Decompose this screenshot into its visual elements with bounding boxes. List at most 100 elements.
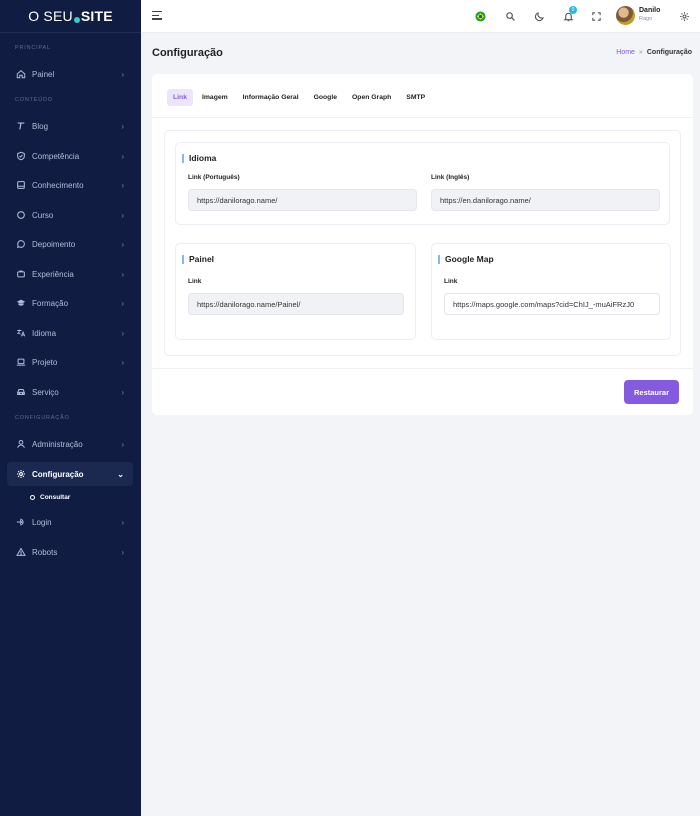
notification-badge: 0 bbox=[569, 6, 577, 14]
topbar: 0 Danilo Rago bbox=[141, 0, 700, 33]
section-idioma: Idioma Link (Português) Link (Inglês) bbox=[175, 142, 670, 225]
user-name[interactable]: Danilo bbox=[639, 7, 660, 14]
chevron-right-icon: › bbox=[121, 387, 124, 397]
sidebar-item-idioma[interactable]: Idioma › bbox=[7, 321, 133, 345]
tab-informacao-geral[interactable]: Informação Geral bbox=[237, 89, 305, 106]
tab-open-graph[interactable]: Open Graph bbox=[346, 89, 397, 106]
link-en-field[interactable] bbox=[431, 189, 660, 211]
sidebar-item-label: Curso bbox=[32, 210, 54, 220]
sidebar-item-formacao[interactable]: Formação › bbox=[7, 291, 133, 315]
graduation-icon bbox=[15, 298, 26, 309]
dark-mode-icon[interactable] bbox=[532, 9, 546, 23]
section-title: Google Map bbox=[438, 255, 494, 264]
google-map-link-field[interactable] bbox=[444, 293, 660, 315]
chevron-right-icon: › bbox=[121, 121, 124, 131]
chevron-right-icon: › bbox=[121, 298, 124, 308]
sidebar-item-login[interactable]: Login › bbox=[7, 510, 133, 534]
chevron-right-icon: › bbox=[121, 328, 124, 338]
gear-icon bbox=[15, 469, 26, 480]
settings-card: Link Imagem Informação Geral Google Open… bbox=[152, 74, 693, 415]
field-label-link-pt: Link (Português) bbox=[188, 174, 240, 181]
sidebar-item-label: Formação bbox=[32, 298, 69, 308]
fullscreen-icon[interactable] bbox=[589, 9, 603, 23]
sidebar-item-label: Competência bbox=[32, 151, 80, 161]
sidebar-item-label: Serviço bbox=[32, 387, 59, 397]
breadcrumb-home-link[interactable]: Home bbox=[616, 49, 635, 56]
chevron-right-icon: › bbox=[121, 269, 124, 279]
chevron-right-icon: › bbox=[121, 547, 124, 557]
field-label-link: Link bbox=[188, 278, 202, 285]
restore-button[interactable]: Restaurar bbox=[624, 380, 679, 404]
field-label-link: Link bbox=[444, 278, 458, 285]
settings-gear-icon[interactable] bbox=[677, 9, 691, 23]
breadcrumb-current: Configuração bbox=[646, 49, 692, 56]
tab-google[interactable]: Google bbox=[308, 89, 343, 106]
search-icon[interactable] bbox=[503, 9, 517, 23]
sidebar-item-label: Conhecimento bbox=[32, 180, 84, 190]
sidebar-item-configuracao[interactable]: Configuração ⌄ bbox=[7, 462, 133, 486]
sidebar-category-conteudo: CONTEÚDO bbox=[15, 97, 53, 103]
menu-toggle-icon[interactable] bbox=[152, 11, 162, 22]
sidebar-item-label: Configuração bbox=[32, 469, 84, 479]
login-icon bbox=[15, 517, 26, 528]
sidebar-item-label: Idioma bbox=[32, 328, 57, 338]
divider bbox=[152, 117, 693, 118]
sidebar-item-projeto[interactable]: Projeto › bbox=[7, 350, 133, 374]
tab-smtp[interactable]: SMTP bbox=[400, 89, 431, 106]
chevron-right-icon: › bbox=[121, 151, 124, 161]
home-icon bbox=[15, 69, 26, 80]
briefcase-icon bbox=[15, 269, 26, 280]
brand-part1: O SEU bbox=[28, 8, 73, 24]
section-painel: Painel Link bbox=[175, 243, 416, 340]
sidebar-item-label: Robots bbox=[32, 547, 58, 557]
user-icon bbox=[15, 439, 26, 450]
user-subtitle: Rago bbox=[639, 16, 653, 22]
chevron-right-icon: › bbox=[121, 439, 124, 449]
section-title: Idioma bbox=[182, 154, 216, 163]
notifications-icon[interactable]: 0 bbox=[561, 6, 577, 23]
sidebar-item-blog[interactable]: Blog › bbox=[7, 114, 133, 138]
tab-link[interactable]: Link bbox=[167, 88, 193, 106]
sidebar-item-curso[interactable]: Curso › bbox=[7, 203, 133, 227]
chevron-right-icon: › bbox=[121, 210, 124, 220]
book-icon bbox=[15, 180, 26, 191]
section-title: Painel bbox=[182, 255, 214, 264]
divider bbox=[152, 368, 693, 369]
sidebar-item-experiencia[interactable]: Experiência › bbox=[7, 262, 133, 286]
brand-dot bbox=[73, 17, 80, 23]
sidebar-subitem-consultar[interactable]: Consultar bbox=[30, 494, 70, 501]
tab-imagem[interactable]: Imagem bbox=[196, 89, 234, 106]
sidebar: O SEU SITE PRINCIPAL Painel › CONTEÚDO Bl… bbox=[0, 0, 141, 816]
chevron-right-icon: › bbox=[121, 357, 124, 367]
sidebar-item-servico[interactable]: Serviço › bbox=[7, 380, 133, 404]
chevron-right-icon: › bbox=[121, 517, 124, 527]
sidebar-item-competencia[interactable]: Competência › bbox=[7, 144, 133, 168]
text-icon bbox=[15, 121, 26, 132]
brand-logo[interactable]: O SEU SITE bbox=[0, 0, 141, 33]
sidebar-item-depoimento[interactable]: Depoimento › bbox=[7, 232, 133, 256]
language-flag-icon[interactable] bbox=[473, 9, 487, 23]
sidebar-item-label: Administração bbox=[32, 439, 83, 449]
circle-icon bbox=[30, 495, 35, 500]
chevron-right-icon: › bbox=[121, 180, 124, 190]
sidebar-item-label: Projeto bbox=[32, 357, 58, 367]
tab-bar: Link Imagem Informação Geral Google Open… bbox=[167, 87, 434, 107]
circle-icon bbox=[15, 210, 26, 221]
avatar[interactable] bbox=[616, 6, 635, 25]
sidebar-item-conhecimento[interactable]: Conhecimento › bbox=[7, 173, 133, 197]
page-title: Configuração bbox=[152, 47, 223, 59]
warning-icon bbox=[15, 547, 26, 558]
painel-link-field[interactable] bbox=[188, 293, 404, 315]
laptop-icon bbox=[15, 357, 26, 368]
link-tab-panel: Idioma Link (Português) Link (Inglês) Pa… bbox=[164, 130, 681, 356]
car-icon bbox=[15, 387, 26, 398]
shield-icon bbox=[15, 151, 26, 162]
sidebar-item-label: Blog bbox=[32, 121, 49, 131]
sidebar-item-administracao[interactable]: Administração › bbox=[7, 432, 133, 456]
breadcrumb-separator: » bbox=[638, 49, 643, 56]
chevron-down-icon: ⌄ bbox=[117, 469, 124, 479]
link-pt-field[interactable] bbox=[188, 189, 417, 211]
field-label-link-en: Link (Inglês) bbox=[431, 174, 470, 181]
sidebar-item-painel[interactable]: Painel › bbox=[7, 62, 133, 86]
sidebar-item-robots[interactable]: Robots › bbox=[7, 540, 133, 564]
